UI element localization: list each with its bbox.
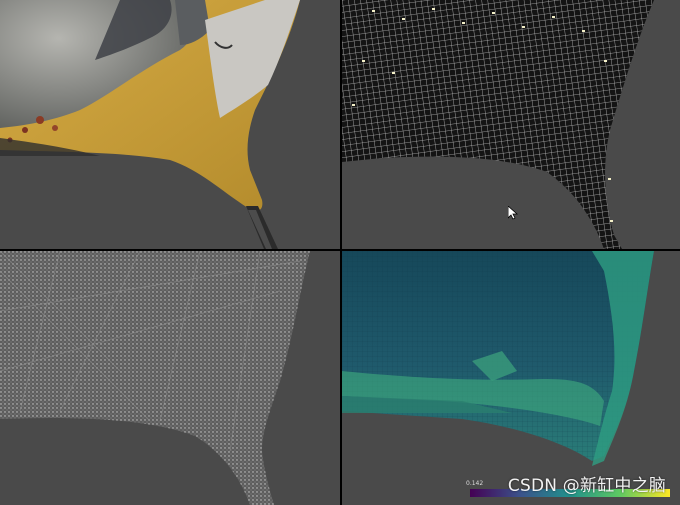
point-cloud-render bbox=[0, 251, 310, 505]
colorbar-min-label: 0.142 bbox=[466, 480, 484, 487]
watermark: CSDN @新缸中之脑 bbox=[507, 476, 666, 496]
voxel-colormap-render bbox=[342, 251, 654, 466]
mouse-cursor-icon bbox=[508, 206, 518, 220]
textured-mesh-viewport[interactable] bbox=[0, 0, 340, 249]
textured-mesh-render bbox=[0, 0, 300, 249]
point-cloud-viewport[interactable] bbox=[0, 251, 340, 505]
voxel-colormap-viewport[interactable]: 0.142 bbox=[342, 251, 680, 505]
